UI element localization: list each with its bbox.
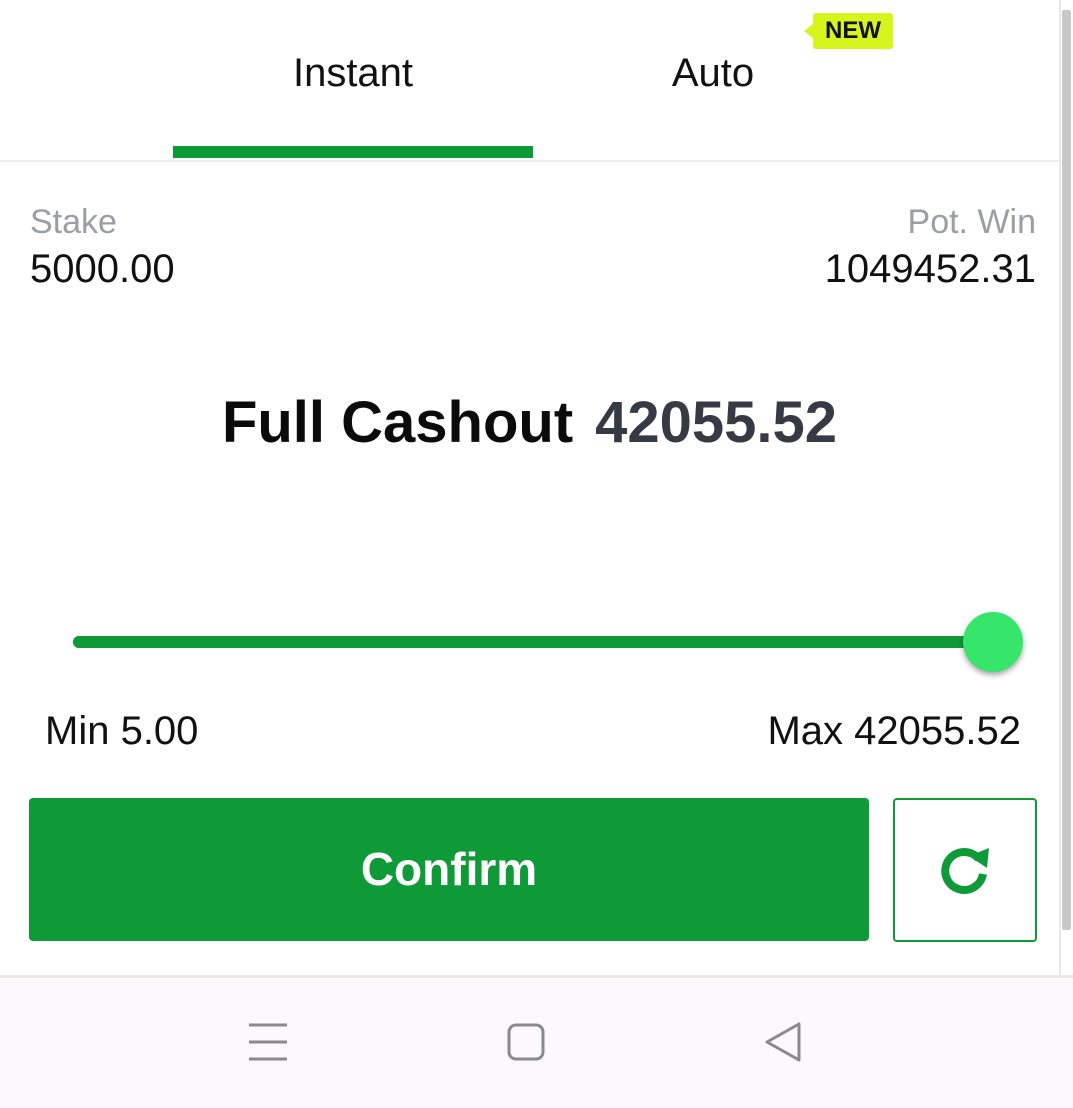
cashout-amount-slider[interactable] xyxy=(73,612,1023,672)
system-navigation-bar xyxy=(0,978,1073,1108)
scrollbar-thumb[interactable] xyxy=(1062,10,1071,930)
cashout-panel: Instant Auto NEW Stake 5000.00 Pot. Win … xyxy=(0,0,1073,1108)
tab-instant[interactable]: Instant xyxy=(173,0,533,158)
slider-thumb[interactable] xyxy=(963,612,1023,672)
stake-value: 5000.00 xyxy=(30,247,175,291)
full-cashout-amount: 42055.52 xyxy=(595,390,838,455)
slider-max-label: Max 42055.52 xyxy=(767,709,1021,753)
full-cashout-title: Full Cashout xyxy=(221,390,574,455)
full-cashout-row: Full Cashout 42055.52 xyxy=(0,388,1059,473)
home-icon[interactable] xyxy=(501,1018,551,1068)
back-icon[interactable] xyxy=(759,1018,809,1068)
new-badge: NEW xyxy=(813,13,893,49)
refresh-button[interactable] xyxy=(893,798,1037,942)
confirm-button[interactable]: Confirm xyxy=(29,798,869,941)
cashout-tabs: Instant Auto NEW xyxy=(0,0,1059,162)
tab-auto-label: Auto xyxy=(671,51,755,95)
potential-win-value: 1049452.31 xyxy=(824,247,1036,291)
potential-win-label: Pot. Win xyxy=(907,203,1036,241)
menu-icon[interactable] xyxy=(243,1018,293,1068)
stake-label: Stake xyxy=(30,203,117,241)
tab-active-indicator xyxy=(173,146,533,158)
tab-instant-label: Instant xyxy=(292,51,414,95)
refresh-icon xyxy=(941,847,989,894)
slider-fill xyxy=(73,636,993,648)
slider-min-label: Min 5.00 xyxy=(45,709,199,753)
